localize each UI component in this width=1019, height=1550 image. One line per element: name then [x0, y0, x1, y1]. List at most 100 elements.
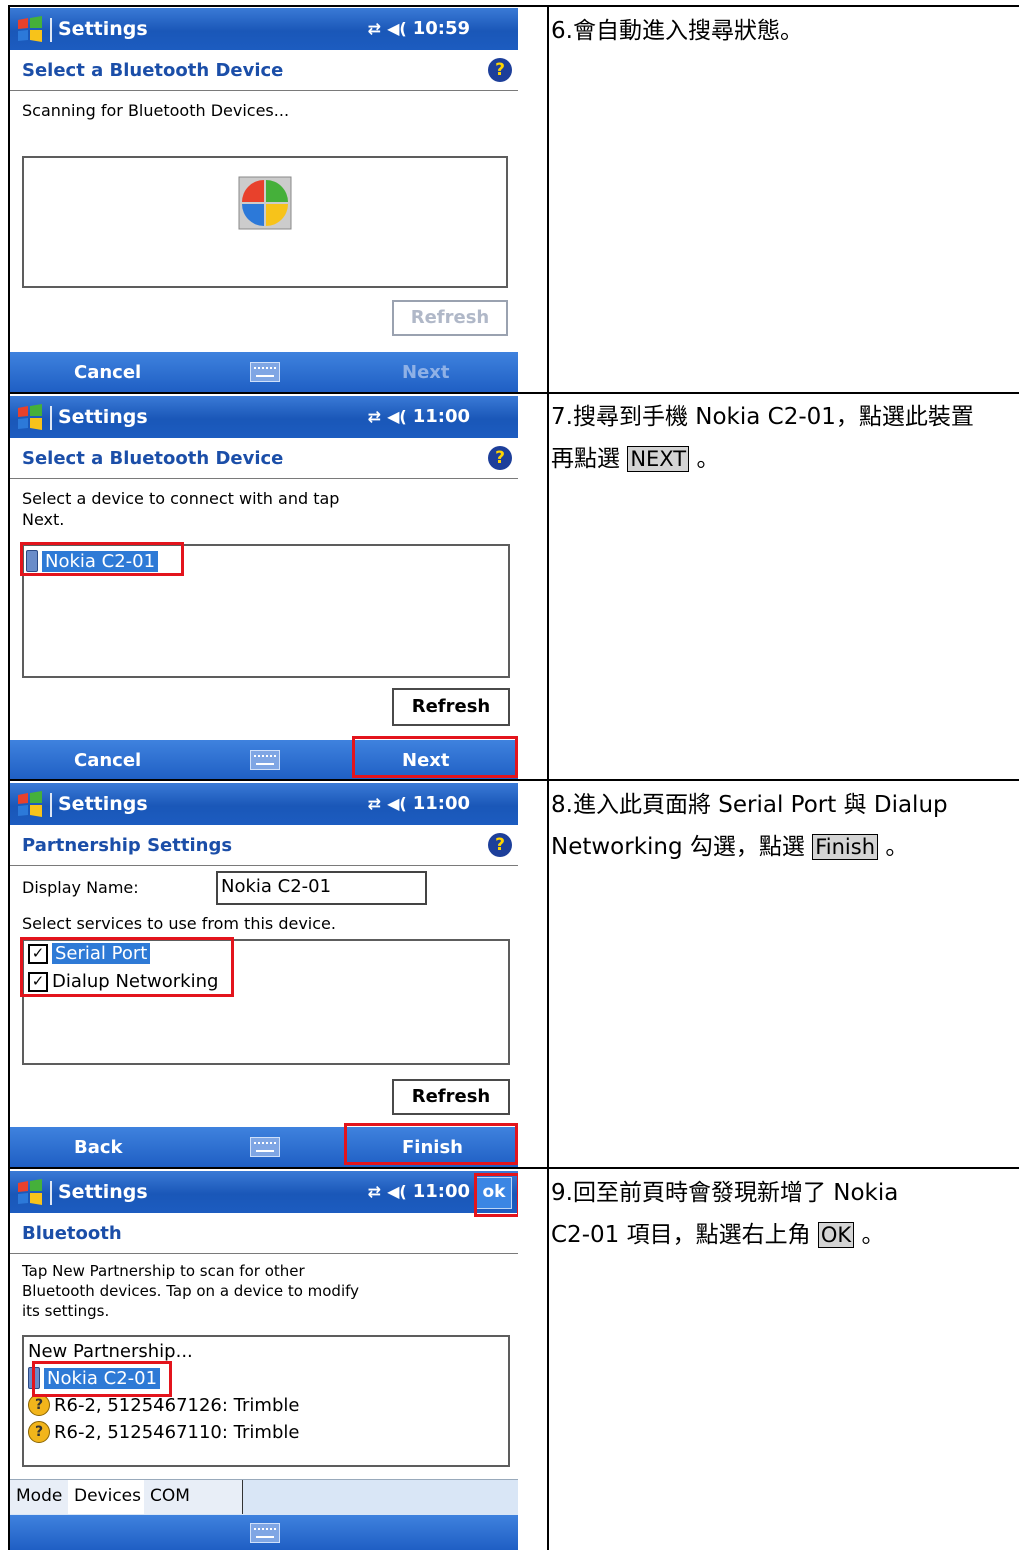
- description-line: 8.進入此頁面將 Serial Port 與 Dialup: [551, 792, 948, 818]
- highlight-box: [474, 1173, 518, 1217]
- title-text[interactable]: Settings: [58, 406, 148, 428]
- connectivity-icon[interactable]: ⇄: [368, 407, 381, 426]
- status-area[interactable]: ⇄ ◀( 10:59: [368, 18, 470, 39]
- help-icon[interactable]: ?: [488, 833, 512, 857]
- unknown-device-icon: ?: [28, 1394, 50, 1416]
- instruction-line: Select a device to connect with and tap: [22, 489, 340, 508]
- windows-flag-icon[interactable]: [16, 1179, 44, 1205]
- page-header: Partnership Settings ?: [10, 825, 518, 866]
- tab-mode[interactable]: Mode: [10, 1480, 69, 1514]
- page-title: Select a Bluetooth Device: [22, 60, 284, 81]
- refresh-button[interactable]: Refresh: [392, 1079, 510, 1115]
- cancel-button[interactable]: Cancel: [74, 362, 141, 383]
- page-title: Bluetooth: [22, 1223, 122, 1244]
- clock[interactable]: 11:00: [413, 406, 470, 427]
- tab-devices[interactable]: Devices: [68, 1480, 145, 1514]
- clock[interactable]: 11:00: [413, 793, 470, 814]
- device-name[interactable]: R6-2, 5125467110: Trimble: [54, 1422, 299, 1443]
- tab-bar: Mode Devices COM Ports: [10, 1479, 518, 1538]
- soft-key-bar: Cancel Next: [10, 352, 518, 392]
- title-separator: [50, 793, 52, 817]
- connectivity-icon[interactable]: ⇄: [368, 19, 381, 38]
- device-list[interactable]: [22, 156, 508, 288]
- highlight-box: [20, 937, 234, 997]
- description-text: 再點選: [551, 446, 620, 472]
- screenshot-step-6: Settings ⇄ ◀( 10:59 Select a Bluetooth D…: [10, 8, 518, 392]
- windows-flag-icon[interactable]: [16, 404, 44, 430]
- help-icon[interactable]: ?: [488, 446, 512, 470]
- next-highlight: NEXT: [627, 446, 690, 472]
- keyboard-icon[interactable]: [250, 750, 280, 770]
- new-partnership-item[interactable]: New Partnership...: [28, 1341, 193, 1362]
- windows-flag-icon[interactable]: [16, 791, 44, 817]
- instruction-text: Scanning for Bluetooth Devices...: [22, 101, 290, 120]
- title-separator: [50, 406, 52, 430]
- windows-flag-icon[interactable]: [16, 16, 44, 42]
- step-7-description: 7.搜尋到手機 Nokia C2-01，點選此裝置 再點選 NEXT 。: [551, 396, 1019, 480]
- step-8-description: 8.進入此頁面將 Serial Port 與 Dialup Networking…: [551, 784, 1019, 868]
- table-border-middle: [547, 5, 549, 1550]
- page-title: Partnership Settings: [22, 835, 233, 856]
- page-header: Select a Bluetooth Device ?: [10, 50, 518, 91]
- speaker-icon[interactable]: ◀(: [387, 19, 407, 38]
- table-border-row1: [8, 392, 1019, 394]
- description-line: C2-01 項目，點選右上角 OK 。: [551, 1214, 1019, 1256]
- display-name-field[interactable]: Nokia C2-01: [216, 871, 427, 905]
- title-text[interactable]: Settings: [58, 1181, 148, 1203]
- scanning-animation-icon: [238, 176, 292, 230]
- status-area[interactable]: ⇄ ◀( 11:00: [368, 1181, 470, 1202]
- instruction-line: Tap New Partnership to scan for other: [22, 1262, 305, 1280]
- title-text[interactable]: Settings: [58, 18, 148, 40]
- description-text: 。: [861, 1222, 885, 1248]
- refresh-button[interactable]: Refresh: [392, 300, 508, 336]
- description-text: C2-01 項目，點選右上角: [551, 1222, 811, 1248]
- title-text[interactable]: Settings: [58, 793, 148, 815]
- soft-key-bar: [10, 1515, 518, 1550]
- clock[interactable]: 11:00: [413, 1181, 470, 1202]
- device-name[interactable]: R6-2, 5125467126: Trimble: [54, 1395, 299, 1416]
- device-list[interactable]: New Partnership... Nokia C2-01 ? R6-2, 5…: [22, 1335, 510, 1467]
- step-6-description: 6.會自動進入搜尋狀態。: [551, 18, 803, 44]
- page-header: Bluetooth: [10, 1213, 518, 1254]
- speaker-icon[interactable]: ◀(: [387, 794, 407, 813]
- connectivity-icon[interactable]: ⇄: [368, 794, 381, 813]
- cancel-button[interactable]: Cancel: [74, 750, 141, 771]
- services-label: Select services to use from this device.: [22, 914, 336, 933]
- screenshot-step-7: Settings ⇄ ◀( 11:00 Select a Bluetooth D…: [10, 396, 518, 779]
- instruction-line: Bluetooth devices. Tap on a device to mo…: [22, 1282, 360, 1300]
- finish-highlight: Finish: [812, 834, 879, 860]
- speaker-icon[interactable]: ◀(: [387, 1182, 407, 1201]
- instruction-line: Next.: [22, 510, 65, 529]
- instruction-text: Select a device to connect with and tap …: [22, 488, 339, 530]
- display-name-label: Display Name:: [22, 878, 139, 897]
- screenshot-step-8: Settings ⇄ ◀( 11:00 Partnership Settings…: [10, 783, 518, 1167]
- title-separator: [50, 18, 52, 42]
- description-line: 再點選 NEXT 。: [551, 438, 1019, 480]
- list-item[interactable]: ? R6-2, 5125467110: Trimble: [28, 1421, 299, 1443]
- connectivity-icon[interactable]: ⇄: [368, 1182, 381, 1201]
- speaker-icon[interactable]: ◀(: [387, 407, 407, 426]
- table-border-top: [8, 5, 1019, 7]
- description-line: 7.搜尋到手機 Nokia C2-01，點選此裝置: [551, 404, 974, 430]
- description-line: 9.回至前頁時會發現新增了 Nokia: [551, 1180, 899, 1206]
- page-title: Select a Bluetooth Device: [22, 448, 284, 469]
- tab-com-ports[interactable]: COM Ports: [144, 1480, 243, 1538]
- instruction-text: Tap New Partnership to scan for other Bl…: [22, 1261, 359, 1321]
- description-text: 。: [696, 446, 720, 472]
- help-icon[interactable]: ?: [488, 58, 512, 82]
- step-9-description: 9.回至前頁時會發現新增了 Nokia C2-01 項目，點選右上角 OK 。: [551, 1172, 1019, 1256]
- highlight-box: [32, 1361, 172, 1397]
- status-area[interactable]: ⇄ ◀( 11:00: [368, 793, 470, 814]
- unknown-device-icon: ?: [28, 1421, 50, 1443]
- refresh-button[interactable]: Refresh: [392, 688, 510, 726]
- next-button[interactable]: Next: [402, 362, 450, 383]
- description-line: Networking 勾選，點選 Finish 。: [551, 826, 1019, 868]
- keyboard-icon[interactable]: [250, 1137, 280, 1157]
- keyboard-icon[interactable]: [250, 362, 280, 382]
- description-text: Networking 勾選，點選: [551, 834, 805, 860]
- keyboard-icon[interactable]: [250, 1523, 280, 1543]
- status-area[interactable]: ⇄ ◀( 11:00: [368, 406, 470, 427]
- back-button[interactable]: Back: [74, 1137, 123, 1158]
- list-item[interactable]: ? R6-2, 5125467126: Trimble: [28, 1394, 299, 1416]
- clock[interactable]: 10:59: [413, 18, 470, 39]
